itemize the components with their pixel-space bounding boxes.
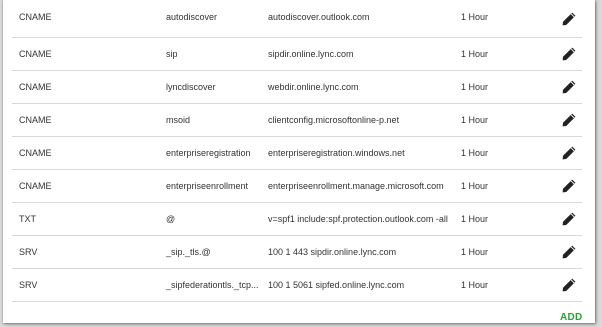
table-row: SRV _sipfederationtls._tcp... 100 1 5061… [12,269,582,302]
record-host: sip [166,49,178,59]
table-row: CNAME enterpriseregistration enterpriser… [12,137,582,170]
pencil-icon [562,179,576,193]
record-type: CNAME [19,148,52,158]
record-value: webdir.online.lync.com [268,82,359,92]
edit-record-button[interactable] [561,145,577,161]
record-value: autodiscover.outlook.com [268,12,370,22]
record-host: _sip._tls.@ [166,247,211,257]
dns-records-panel: CNAME autodiscover autodiscover.outlook.… [3,0,595,323]
pencil-icon [562,80,576,94]
record-type: CNAME [19,12,52,22]
record-type: CNAME [19,115,52,125]
edit-record-button[interactable] [561,46,577,62]
record-type: CNAME [19,82,52,92]
record-value: sipdir.online.lync.com [268,49,354,59]
record-value: enterpriseenrollment.manage.microsoft.co… [268,181,444,191]
record-host: @ [166,214,176,224]
table-row: CNAME autodiscover autodiscover.outlook.… [12,0,582,38]
record-type: CNAME [19,181,52,191]
edit-record-button[interactable] [561,11,577,27]
table-row: CNAME enterpriseenrollment enterpriseenr… [12,170,582,203]
record-value: 100 1 5061 sipfed.online.lync.com [268,280,405,290]
edit-record-button[interactable] [561,211,577,227]
record-host: lyncdiscover [166,82,216,92]
record-host: _sipfederationtls._tcp... [166,280,259,290]
edit-record-button[interactable] [561,112,577,128]
table-row: CNAME lyncdiscover webdir.online.lync.co… [12,71,582,104]
record-ttl: 1 Hour [461,12,489,22]
record-type: TXT [19,214,36,224]
table-row: TXT @ v=spf1 include:spf.protection.outl… [12,203,582,236]
pencil-icon [562,212,576,226]
edit-record-button[interactable] [561,244,577,260]
record-ttl: 1 Hour [461,115,489,125]
record-value: clientconfig.microsoftonline-p.net [268,115,400,125]
record-ttl: 1 Hour [461,82,489,92]
record-host: enterpriseregistration [166,148,251,158]
record-value: enterpriseregistration.windows.net [268,148,405,158]
record-ttl: 1 Hour [461,148,489,158]
record-ttl: 1 Hour [461,214,489,224]
record-type: SRV [19,247,38,257]
record-host: enterpriseenrollment [166,181,249,191]
record-value: 100 1 443 sipdir.online.lync.com [268,247,397,257]
edit-record-button[interactable] [561,277,577,293]
record-ttl: 1 Hour [461,247,489,257]
table-row: CNAME msoid clientconfig.microsoftonline… [12,104,582,137]
record-type: CNAME [19,49,52,59]
pencil-icon [562,278,576,292]
record-value: v=spf1 include:spf.protection.outlook.co… [268,214,448,224]
record-host: autodiscover [166,12,218,22]
table-row: CNAME sip sipdir.online.lync.com 1 Hour [12,38,582,71]
record-type: SRV [19,280,38,290]
pencil-icon [562,47,576,61]
edit-record-button[interactable] [561,79,577,95]
add-record-button[interactable]: ADD [560,312,583,323]
record-host: msoid [166,115,191,125]
record-ttl: 1 Hour [461,49,489,59]
record-ttl: 1 Hour [461,181,489,191]
pencil-icon [562,245,576,259]
table-row: SRV _sip._tls.@ 100 1 443 sipdir.online.… [12,236,582,269]
pencil-icon [562,12,576,26]
record-ttl: 1 Hour [461,280,489,290]
edit-record-button[interactable] [561,178,577,194]
pencil-icon [562,146,576,160]
dns-records-table: CNAME autodiscover autodiscover.outlook.… [12,0,582,302]
pencil-icon [562,113,576,127]
